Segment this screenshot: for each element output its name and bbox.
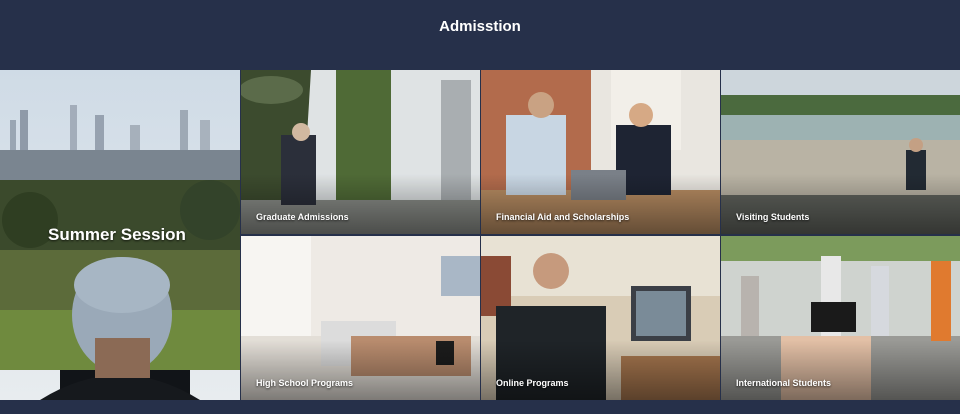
tile-label: International Students [736, 378, 832, 388]
tile-summer-session[interactable]: Summer Session [0, 70, 240, 400]
tile-high-school-programs[interactable]: High School Programs [241, 236, 480, 400]
tile-international-students[interactable]: International Students [721, 236, 960, 400]
tile-label: Online Programs [496, 378, 569, 388]
program-grid: Summer Session Graduate Admissions Finan… [0, 70, 960, 400]
tile-label: High School Programs [256, 378, 354, 388]
tile-graduate-admissions[interactable]: Graduate Admissions [241, 70, 480, 234]
page-footer [0, 400, 960, 414]
tile-online-programs[interactable]: Online Programs [481, 236, 720, 400]
tile-shade [241, 340, 480, 400]
tile-shade [241, 174, 480, 234]
tile-shade [481, 174, 720, 234]
tile-financial-aid[interactable]: Financial Aid and Scholarships [481, 70, 720, 234]
tile-shade [721, 340, 960, 400]
tile-shade [481, 340, 720, 400]
page-header: Admisstion [0, 0, 960, 70]
tile-visiting-students[interactable]: Visiting Students [721, 70, 960, 234]
tile-label: Summer Session [48, 225, 186, 244]
tile-shade [721, 174, 960, 234]
tile-label: Visiting Students [736, 212, 810, 222]
tile-label: Financial Aid and Scholarships [496, 212, 630, 222]
page-title: Admisstion [439, 18, 521, 35]
tile-label: Graduate Admissions [256, 212, 349, 222]
